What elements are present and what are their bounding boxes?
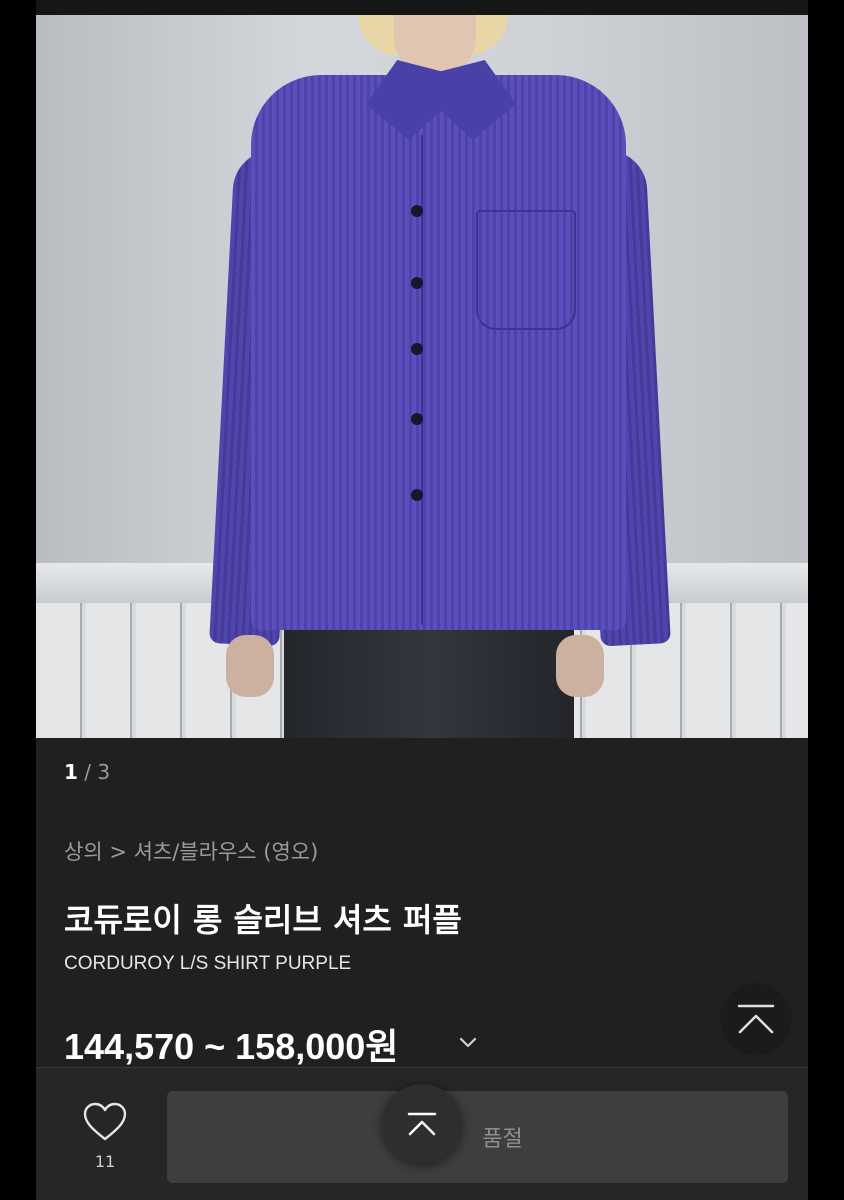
product-subtitle: CORDUROY L/S SHIRT PURPLE bbox=[64, 953, 352, 974]
photo-shirt-button bbox=[411, 277, 423, 289]
photo-collar bbox=[366, 60, 516, 140]
photo-chest-pocket bbox=[476, 210, 576, 330]
product-title: 코듀로이 롱 슬리브 셔츠 퍼플 bbox=[64, 901, 462, 939]
arrow-up-to-top-icon bbox=[737, 1004, 775, 1034]
like-count: 11 bbox=[94, 1152, 116, 1171]
image-counter: 1 / 3 bbox=[64, 760, 110, 784]
image-counter-total: 3 bbox=[97, 760, 111, 784]
heart-icon bbox=[83, 1102, 127, 1141]
floating-scroll-to-top-button[interactable] bbox=[382, 1084, 462, 1164]
sold-out-button[interactable]: 품절 bbox=[167, 1091, 788, 1183]
product-price[interactable]: 144,570 ~ 158,000원 bbox=[64, 1018, 398, 1070]
photo-shirt-button bbox=[411, 413, 423, 425]
arrow-up-to-top-icon bbox=[407, 1112, 437, 1136]
photo-left-hand bbox=[226, 635, 274, 697]
photo-shirt-button bbox=[411, 489, 423, 501]
bottom-action-bar: 11 품절 bbox=[36, 1067, 808, 1200]
scroll-to-top-button[interactable] bbox=[720, 983, 792, 1055]
status-bar bbox=[36, 0, 808, 15]
photo-shirt-button bbox=[411, 205, 423, 217]
chevron-down-icon[interactable] bbox=[456, 1030, 480, 1054]
sold-out-label: 품절 bbox=[482, 1127, 523, 1152]
breadcrumb[interactable]: 상의 > 셔츠/블라우스 (영오) bbox=[64, 836, 318, 866]
product-image[interactable] bbox=[36, 15, 808, 738]
photo-shirt-button bbox=[411, 343, 423, 355]
photo-shirt bbox=[251, 75, 626, 630]
image-counter-current: 1 bbox=[64, 760, 78, 784]
image-counter-separator: / bbox=[77, 760, 98, 784]
app-frame: 1 / 3 상의 > 셔츠/블라우스 (영오) 코듀로이 롱 슬리브 셔츠 퍼플… bbox=[36, 0, 808, 1200]
like-button[interactable]: 11 bbox=[80, 1102, 130, 1171]
photo-right-hand bbox=[556, 635, 604, 697]
